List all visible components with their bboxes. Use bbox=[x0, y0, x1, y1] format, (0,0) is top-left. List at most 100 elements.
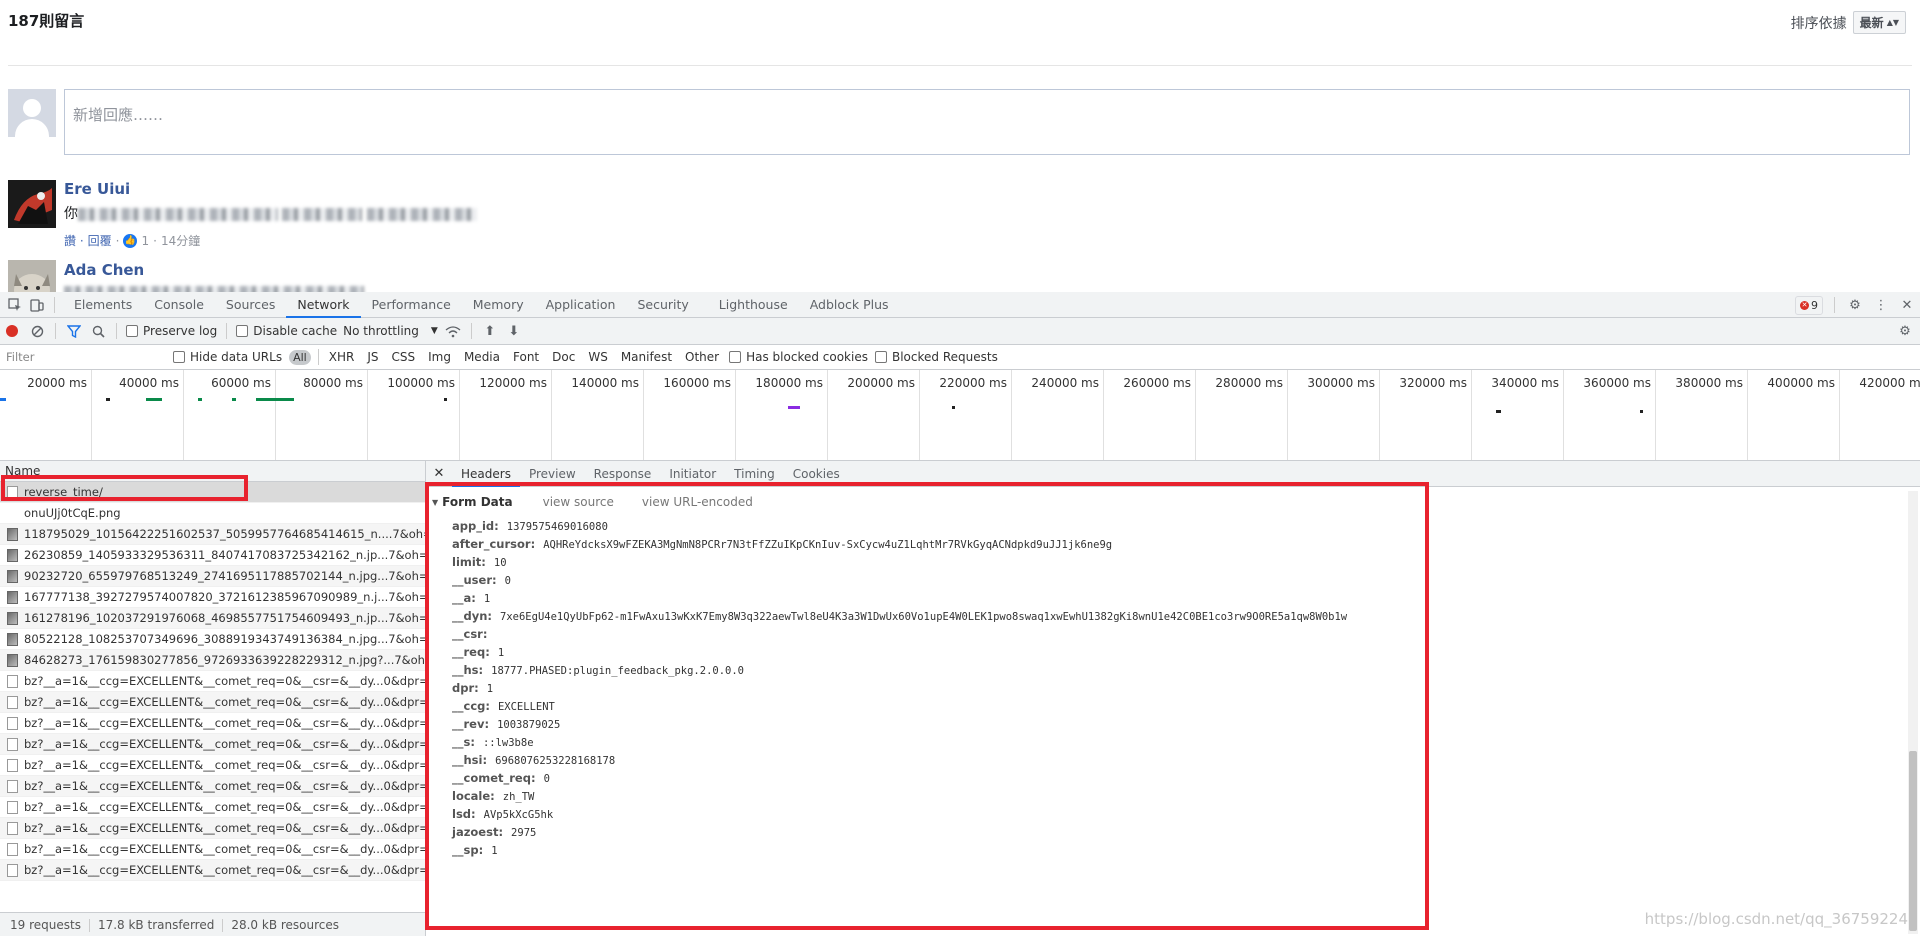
more-options-icon[interactable]: ⋮ bbox=[1872, 296, 1890, 314]
tab-security[interactable]: Security bbox=[626, 292, 699, 318]
request-row[interactable]: bz?__a=1&__ccg=EXCELLENT&__comet_req=0&_… bbox=[0, 776, 425, 797]
has-blocked-cookies-checkbox[interactable]: Has blocked cookies bbox=[729, 350, 868, 364]
filter-input[interactable]: Filter bbox=[0, 347, 166, 367]
request-row[interactable]: bz?__a=1&__ccg=EXCELLENT&__comet_req=0&_… bbox=[0, 755, 425, 776]
tab-initiator[interactable]: Initiator bbox=[660, 461, 725, 487]
error-badge[interactable]: ✕ 9 bbox=[1795, 295, 1823, 315]
filter-icon[interactable] bbox=[65, 322, 83, 340]
request-row[interactable]: bz?__a=1&__ccg=EXCELLENT&__comet_req=0&_… bbox=[0, 713, 425, 734]
avatar[interactable] bbox=[8, 180, 56, 228]
request-row[interactable]: 167777138_3927279574007820_3721612385967… bbox=[0, 587, 425, 608]
sort-select[interactable]: 最新 ▲▼ bbox=[1852, 11, 1906, 34]
type-filter-css[interactable]: CSS bbox=[388, 350, 418, 364]
tab-cookies[interactable]: Cookies bbox=[784, 461, 849, 487]
view-url-encoded-link[interactable]: view URL-encoded bbox=[642, 495, 753, 509]
request-name: 90232720_655979768513249_274169511788570… bbox=[24, 568, 425, 583]
image-file-icon bbox=[7, 632, 18, 646]
detail-scrollbar[interactable] bbox=[1908, 491, 1918, 934]
scrollbar-thumb[interactable] bbox=[1909, 751, 1917, 931]
like-link[interactable]: 讚 · bbox=[64, 232, 84, 249]
form-field-row: __rev: 1003879025 bbox=[452, 715, 1347, 733]
request-row[interactable]: bz?__a=1&__ccg=EXCELLENT&__comet_req=0&_… bbox=[0, 671, 425, 692]
type-filter-font[interactable]: Font bbox=[510, 350, 542, 364]
view-source-link[interactable]: view source bbox=[543, 495, 614, 509]
type-filter-other[interactable]: Other bbox=[682, 350, 722, 364]
tab-application[interactable]: Application bbox=[535, 292, 627, 318]
network-overview-timeline[interactable]: 20000 ms 40000 ms 60000 ms 80000 ms 100000 m… bbox=[0, 370, 1920, 461]
settings-gear-icon[interactable]: ⚙ bbox=[1846, 296, 1864, 314]
blocked-requests-checkbox[interactable]: Blocked Requests bbox=[874, 350, 998, 364]
image-file-icon bbox=[7, 653, 18, 667]
form-field-row: locale: zh_TW bbox=[452, 787, 1347, 805]
form-field-value: 18777.PHASED:plugin_feedback_pkg.2.0.0.0 bbox=[491, 665, 745, 677]
type-filter-js[interactable]: JS bbox=[364, 350, 381, 364]
hide-data-urls-checkbox[interactable]: Hide data URLs bbox=[173, 350, 282, 364]
request-name: 118795029_10156422251602537_505995776468… bbox=[24, 526, 425, 541]
tab-adblock-plus[interactable]: Adblock Plus bbox=[799, 292, 900, 318]
sort-value: 最新 bbox=[1859, 16, 1884, 30]
type-filter-xhr[interactable]: XHR bbox=[326, 350, 358, 364]
preserve-log-checkbox[interactable]: Preserve log bbox=[126, 324, 217, 338]
request-row[interactable]: 118795029_10156422251602537_505995776468… bbox=[0, 524, 425, 545]
request-row[interactable]: bz?__a=1&__ccg=EXCELLENT&__comet_req=0&_… bbox=[0, 692, 425, 713]
request-row[interactable]: bz?__a=1&__ccg=EXCELLENT&__comet_req=0&_… bbox=[0, 818, 425, 839]
type-filter-all[interactable]: All bbox=[289, 349, 311, 365]
comments-plugin: 187則留言 排序依據 最新 ▲▼ 新增回應…… Ere Uiui 你 讚 · … bbox=[0, 0, 1920, 292]
tab-response[interactable]: Response bbox=[585, 461, 661, 487]
device-toolbar-icon[interactable] bbox=[28, 296, 46, 314]
comment-author[interactable]: Ada Chen bbox=[64, 261, 144, 279]
network-conditions-icon[interactable] bbox=[444, 322, 462, 340]
request-row[interactable]: reverse_time/ bbox=[0, 482, 425, 503]
close-detail-icon[interactable]: ✕ bbox=[426, 466, 452, 481]
tab-lighthouse[interactable]: Lighthouse bbox=[708, 292, 799, 318]
request-row[interactable]: 26230859_1405933329536311_84074170837253… bbox=[0, 545, 425, 566]
updown-icon: ▲▼ bbox=[1886, 18, 1899, 27]
request-row[interactable]: onuUJj0tCqE.png bbox=[0, 503, 425, 524]
form-field-key: app_id: bbox=[452, 519, 499, 533]
reply-link[interactable]: 回覆 bbox=[88, 232, 112, 249]
network-settings-gear-icon[interactable]: ⚙ bbox=[1896, 322, 1914, 340]
throttling-select[interactable]: No throttling ▼ bbox=[343, 324, 438, 338]
comment-time[interactable]: 14分鐘 bbox=[161, 232, 200, 249]
inspect-element-icon[interactable] bbox=[6, 296, 24, 314]
timeline-tick-label: 300000 ms bbox=[1307, 376, 1375, 390]
request-row[interactable]: bz?__a=1&__ccg=EXCELLENT&__comet_req=0&_… bbox=[0, 839, 425, 860]
request-row[interactable]: bz?__a=1&__ccg=EXCELLENT&__comet_req=0&_… bbox=[0, 797, 425, 818]
tab-console[interactable]: Console bbox=[143, 292, 215, 318]
request-row[interactable]: 84628273_176159830277856_972693363922822… bbox=[0, 650, 425, 671]
request-row[interactable]: bz?__a=1&__ccg=EXCELLENT&__comet_req=0&_… bbox=[0, 860, 425, 881]
tab-sources[interactable]: Sources bbox=[215, 292, 286, 318]
request-row[interactable]: bz?__a=1&__ccg=EXCELLENT&__comet_req=0&_… bbox=[0, 734, 425, 755]
type-filter-manifest[interactable]: Manifest bbox=[618, 350, 675, 364]
request-row[interactable]: 80522128_108253707349696_308891934374913… bbox=[0, 629, 425, 650]
tab-performance[interactable]: Performance bbox=[361, 292, 462, 318]
form-field-row: dpr: 1 bbox=[452, 679, 1347, 697]
name-column-header[interactable]: Name bbox=[0, 461, 425, 482]
request-list: reverse_time/onuUJj0tCqE.png 118795029_10… bbox=[0, 482, 425, 881]
reply-input[interactable]: 新增回應…… bbox=[64, 89, 1910, 155]
tab-headers[interactable]: Headers bbox=[452, 461, 520, 487]
avatar[interactable] bbox=[8, 260, 56, 292]
form-field-row: app_id: 1379575469016080 bbox=[452, 517, 1347, 535]
timeline-tick-label: 120000 ms bbox=[479, 376, 547, 390]
type-filter-img[interactable]: Img bbox=[425, 350, 454, 364]
disable-cache-checkbox[interactable]: Disable cache bbox=[236, 324, 337, 338]
type-filter-ws[interactable]: WS bbox=[585, 350, 610, 364]
tab-elements[interactable]: Elements bbox=[63, 292, 143, 318]
record-button[interactable] bbox=[6, 325, 18, 337]
tab-memory[interactable]: Memory bbox=[462, 292, 535, 318]
import-har-icon[interactable]: ⬆ bbox=[481, 322, 499, 340]
search-icon[interactable] bbox=[89, 322, 107, 340]
comment-author[interactable]: Ere Uiui bbox=[64, 180, 130, 198]
request-row[interactable]: 90232720_655979768513249_274169511788570… bbox=[0, 566, 425, 587]
close-devtools-icon[interactable]: ✕ bbox=[1898, 296, 1916, 314]
type-filter-doc[interactable]: Doc bbox=[549, 350, 578, 364]
export-har-icon[interactable]: ⬇ bbox=[505, 322, 523, 340]
form-data-section-header[interactable]: ▼ Form Data view source view URL-encoded bbox=[432, 495, 781, 509]
tab-network[interactable]: Network bbox=[286, 292, 361, 318]
request-row[interactable]: 161278196_102037291976068_46985577517546… bbox=[0, 608, 425, 629]
tab-timing[interactable]: Timing bbox=[725, 461, 784, 487]
tab-preview[interactable]: Preview bbox=[520, 461, 585, 487]
clear-icon[interactable] bbox=[28, 322, 46, 340]
type-filter-media[interactable]: Media bbox=[461, 350, 503, 364]
